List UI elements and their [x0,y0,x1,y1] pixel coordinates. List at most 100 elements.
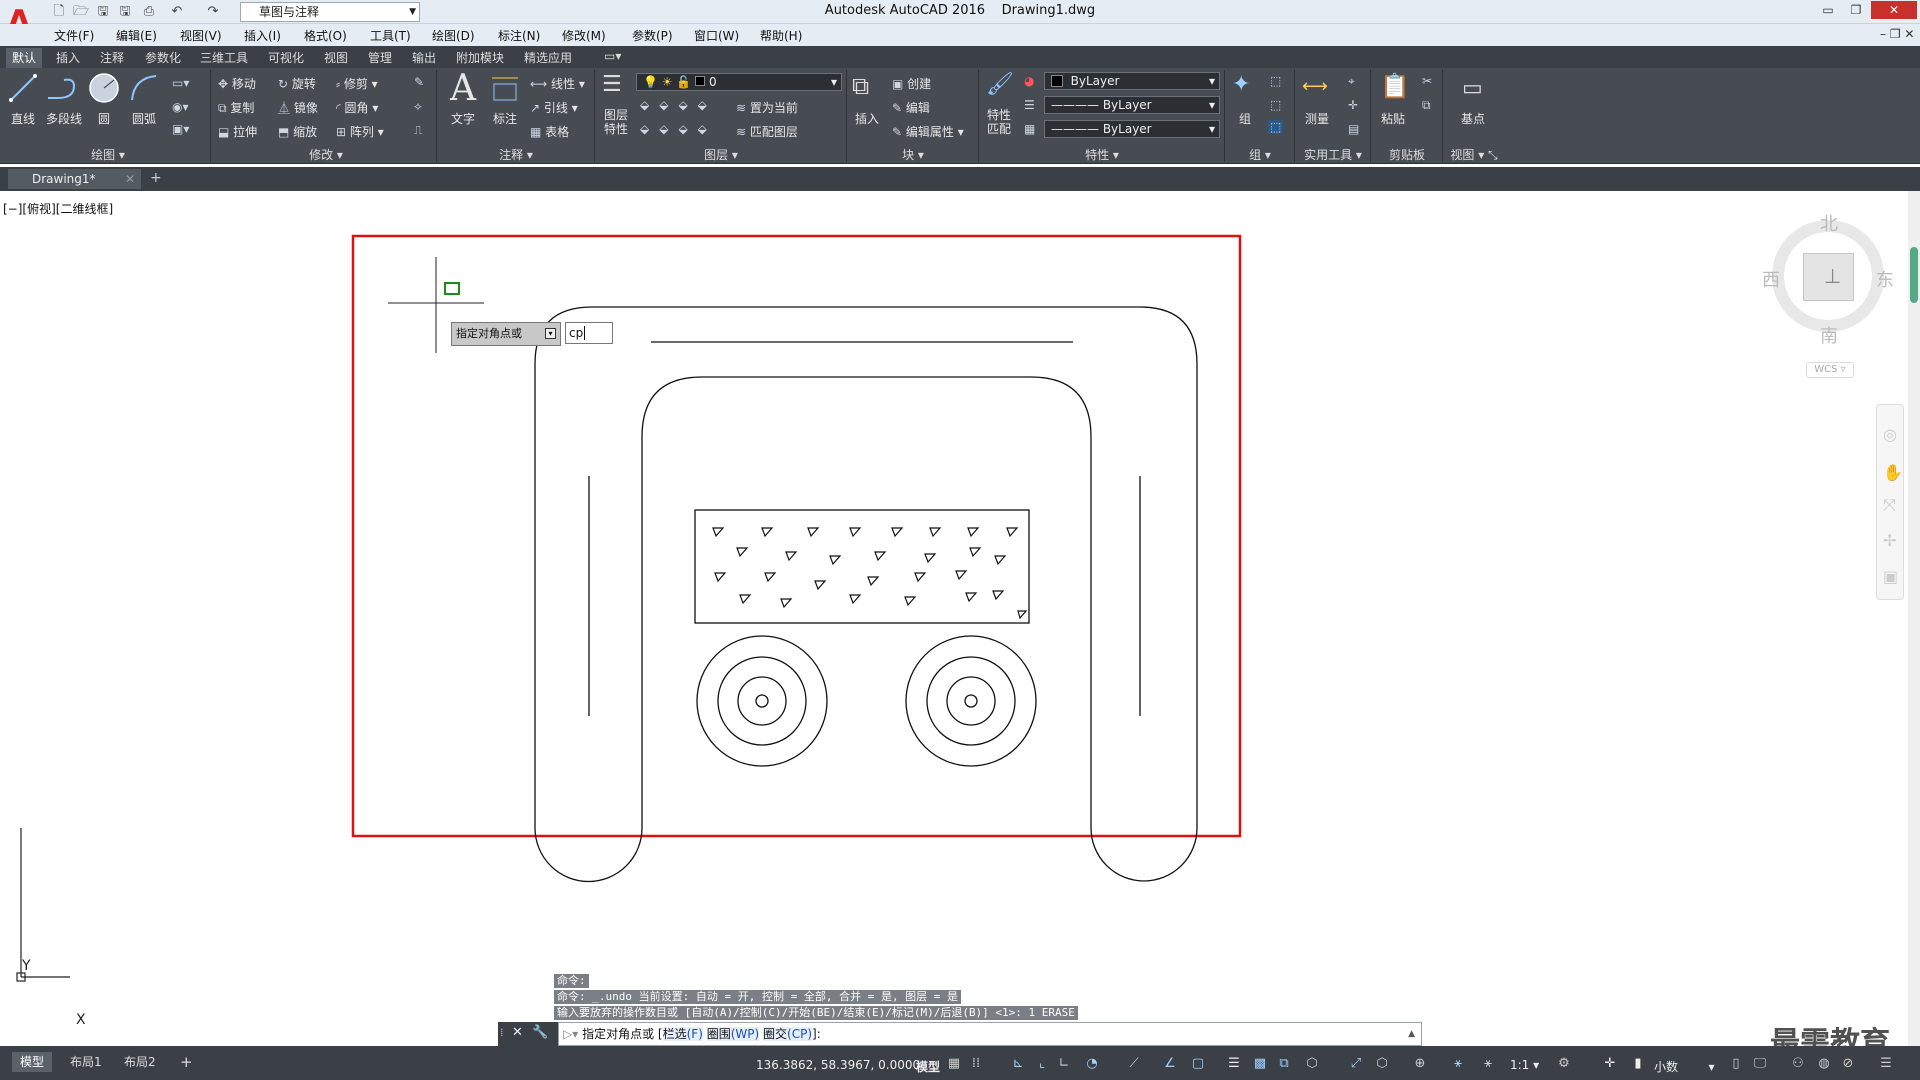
linetype-dropdown[interactable]: ———— ByLayer ▾ [1044,96,1220,114]
text-button[interactable]: 文字 [446,110,480,127]
panel-properties-title[interactable]: 特性 ▾ [980,146,1224,162]
layout-tab-2[interactable]: 布局2 [116,1052,164,1072]
new-tab-icon[interactable]: + [150,170,162,186]
scale-button[interactable]: ⬒ 缩放 [278,123,317,140]
layer-tools-row2-icon[interactable]: ⬙⬙⬙⬙ [640,122,717,136]
menu-modify[interactable]: 修改(M) [562,27,606,44]
match-properties-button[interactable]: 特性匹配 [984,108,1014,136]
panel-layers-title[interactable]: 图层 ▾ [596,146,846,162]
model-space-button[interactable]: 模型 [916,1058,940,1075]
infer-constraints-icon[interactable]: ⊾ [1010,1056,1026,1072]
workspace-gear-icon[interactable]: ⚙ [1556,1056,1572,1072]
explode-icon[interactable]: ⟡ [414,99,422,114]
panel-groups-title[interactable]: 组 ▾ [1226,146,1294,162]
tab-manage[interactable]: 管理 [368,49,392,66]
lock-ui-icon[interactable]: 🖵 [1752,1056,1768,1072]
coordinates-readout[interactable]: 136.3862, 58.3967, 0.0000 [756,1058,920,1072]
selection-filter-icon[interactable]: ⬡ [1374,1056,1390,1072]
offset-icon[interactable]: ⎍ [414,123,422,138]
3d-osnap-icon[interactable]: ⬡ [1304,1056,1320,1072]
grip-icon[interactable]: ⁞ [500,1026,504,1039]
viewcube-south[interactable]: 南 [1820,322,1838,348]
pan-icon[interactable]: ✋ [1883,463,1903,482]
steering-wheel-icon[interactable]: ◎ [1883,425,1897,444]
trim-button[interactable]: ⸗ 修剪 ▾ [336,75,378,92]
viewcube-east[interactable]: 东 [1876,266,1894,292]
option-cpolygon[interactable]: 圈交(CP) [763,1027,813,1041]
tab-featured-apps[interactable]: 精选应用 [524,49,572,66]
tab-view[interactable]: 视图 [324,49,348,66]
hatch-icon[interactable]: ◉▾ [172,100,189,114]
command-history-toggle-icon[interactable]: ▲ [1408,1023,1415,1045]
orbit-icon[interactable]: ✢ [1883,531,1896,550]
erase-icon[interactable]: ✎ [414,75,424,89]
selection-cycling-icon[interactable]: ⧉ [1276,1056,1292,1072]
ungroup-icon[interactable]: ⬚ [1270,74,1281,88]
tab-output[interactable]: 输出 [412,49,436,66]
id-point-icon[interactable]: ⌖ [1348,74,1355,89]
match-layer-button[interactable]: ≋ 匹配图层 [736,123,798,140]
layer-dropdown[interactable]: 💡 ☀ 🔓 0 ▾ [636,73,842,91]
tab-addins[interactable]: 附加模块 [456,49,504,66]
menu-help[interactable]: 帮助(H) [760,27,802,44]
table-button[interactable]: ▦ 表格 [530,123,569,140]
layer-properties-button[interactable]: 图层特性 [600,108,632,136]
quick-properties-icon[interactable]: ▯ [1728,1056,1744,1072]
dynamic-ucs-icon[interactable]: ⤢ [1348,1056,1364,1072]
group-select-icon[interactable]: ⬚ [1268,120,1284,134]
zoom-extents-icon[interactable]: ⤧ [1883,495,1896,515]
tab-insert[interactable]: 插入 [56,49,80,66]
cut-icon[interactable]: ✂ [1422,74,1432,88]
add-layout-icon[interactable]: + [172,1052,201,1072]
lineweight-dropdown[interactable]: ———— ByLayer ▾ [1044,120,1220,138]
rectangle-icon[interactable]: ▭▾ [172,76,189,90]
panel-utilities-title[interactable]: 实用工具 ▾ [1296,146,1370,162]
group-button[interactable]: 组 [1232,110,1258,127]
paste-button[interactable]: 粘贴 [1378,110,1408,127]
layer-tools-row1-icon[interactable]: ⬙⬙⬙⬙ [640,98,717,112]
calculator-icon[interactable]: ▤ [1348,122,1359,136]
circle-button[interactable]: 圆 [90,110,118,127]
arc-button[interactable]: 圆弧 [128,110,160,127]
measure-button[interactable]: 测量 [1300,110,1334,127]
dynamic-input-icon[interactable]: ⌞ [1034,1056,1050,1072]
dynamic-input-field[interactable]: cp [565,322,613,344]
gizmo-icon[interactable]: ⊕ [1412,1056,1428,1072]
showmotion-icon[interactable]: ▣ [1883,567,1898,586]
restore-icon[interactable]: ❐ [1843,1,1869,19]
object-snap-tracking-icon[interactable]: ∠ [1162,1056,1178,1072]
insert-button[interactable]: 插入 [850,110,884,127]
scroll-thumb[interactable] [1910,247,1918,303]
menu-view[interactable]: 视图(V) [180,27,222,44]
panel-modify-title[interactable]: 修改 ▾ [216,146,436,162]
menu-format[interactable]: 格式(O) [304,27,347,44]
viewcube-face[interactable]: ⊥ [1803,253,1854,301]
polyline-button[interactable]: 多段线 [42,110,86,127]
panel-clipboard-title[interactable]: 剪贴板 [1372,146,1442,162]
doc-tab-drawing1[interactable]: Drawing1* ✕ [8,169,141,189]
minimize-icon[interactable]: ▭ [1815,1,1841,19]
menu-tools[interactable]: 工具(T) [370,27,411,44]
isodraft-icon[interactable]: ⟋ [1126,1056,1142,1072]
leader-button[interactable]: ↗ 引线 ▾ [530,99,578,116]
tab-3d-tools[interactable]: 三维工具 [200,49,248,66]
tab-visualize[interactable]: 可视化 [268,49,304,66]
layout-tab-model[interactable]: 模型 [12,1052,53,1072]
hardware-acceleration-icon[interactable]: ◍ [1816,1056,1832,1072]
customization-icon[interactable]: ☰ [1878,1056,1894,1072]
base-button[interactable]: 基点 [1456,110,1490,127]
annotation-scale[interactable]: 1:1 ▾ [1510,1058,1539,1072]
menu-edit[interactable]: 编辑(E) [116,27,157,44]
menu-file[interactable]: 文件(F) [54,27,94,44]
menu-parametric[interactable]: 参数(P) [632,27,673,44]
snap-icon[interactable]: ⁞⁞ [968,1056,984,1072]
customize-icon[interactable]: 🔧 [532,1025,548,1040]
lineweight-display-icon[interactable]: ☰ [1226,1056,1242,1072]
group-edit-icon[interactable]: ⬚ [1270,98,1281,112]
edit-block-button[interactable]: ✎ 编辑 [892,99,930,116]
menu-insert[interactable]: 插入(I) [244,27,281,44]
viewcube-north[interactable]: 北 [1820,210,1838,236]
ribbon-minimize-icon[interactable]: ▭▾ [604,49,621,63]
command-line-input[interactable]: ▷▾ 指定对角点或 [栏选(F) 圈围(WP) 圈交(CP)]: ▲ [558,1022,1422,1046]
linear-button[interactable]: ⟷ 线性 ▾ [530,75,585,92]
